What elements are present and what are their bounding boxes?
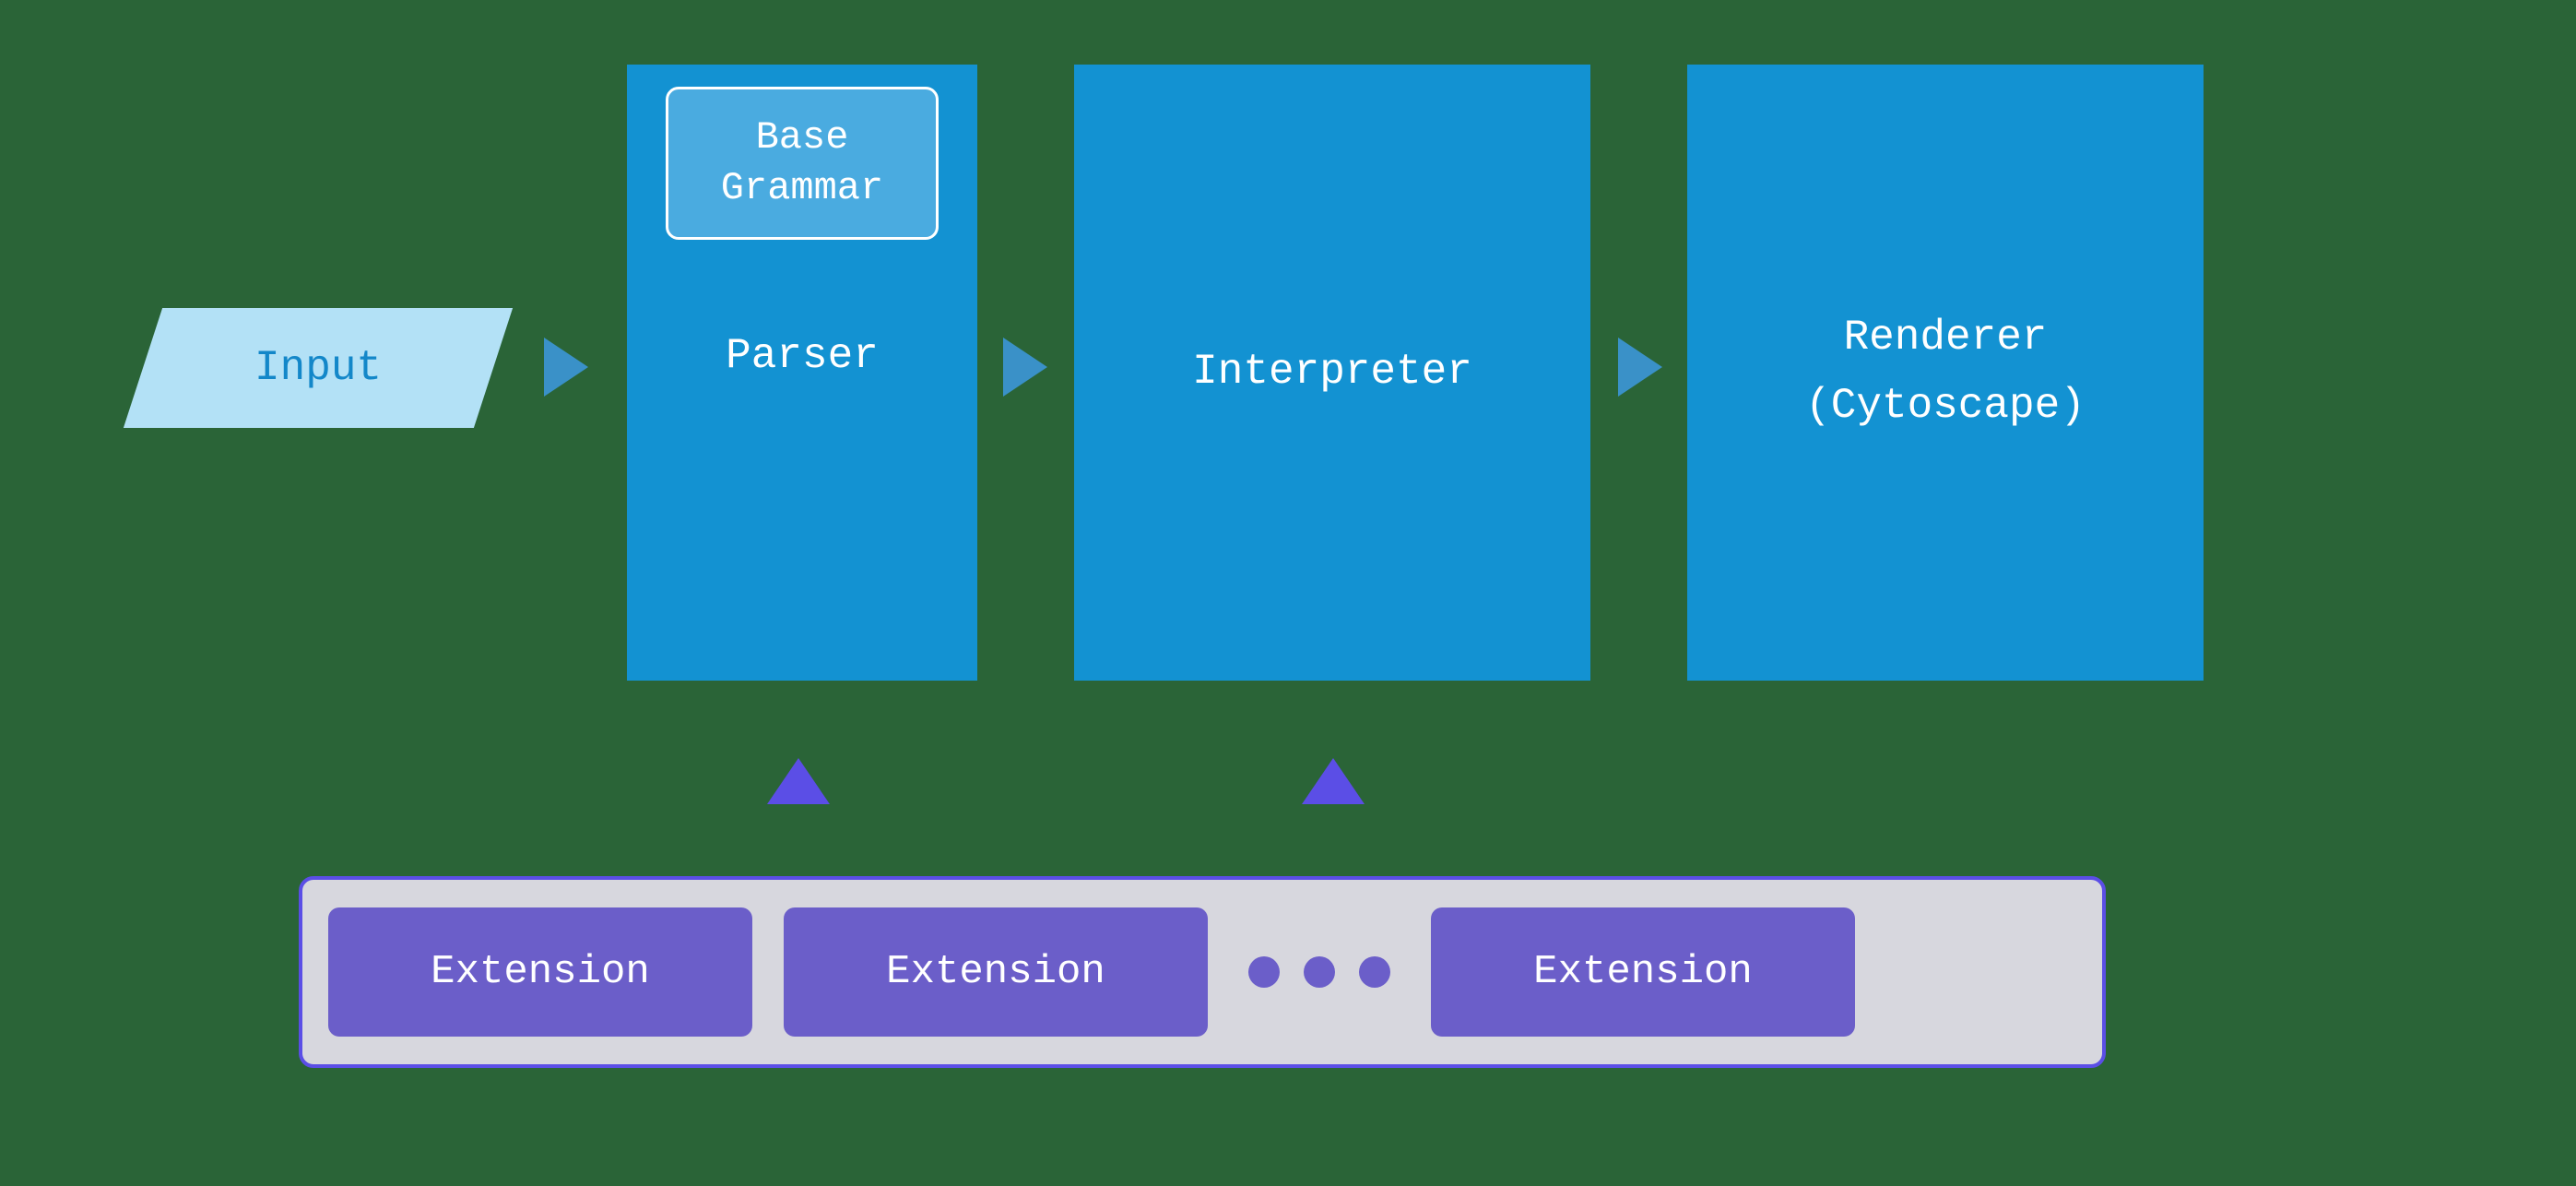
interpreter-label: Interpreter <box>1192 338 1472 407</box>
base-grammar-line2: Grammar <box>721 166 883 210</box>
arrow-right-icon <box>544 338 588 397</box>
arrow-right-icon <box>1618 338 1662 397</box>
extension-label: Extension <box>886 949 1105 995</box>
renderer-line1: Renderer <box>1844 314 2048 362</box>
interpreter-node: Interpreter <box>1074 65 1590 681</box>
dot-icon <box>1359 956 1390 988</box>
extension-label: Extension <box>431 949 650 995</box>
base-grammar-subnode: Base Grammar <box>666 87 939 240</box>
ellipsis-icon <box>1248 956 1390 988</box>
renderer-node: Renderer (Cytoscape) <box>1687 65 2204 681</box>
arrow-up-icon <box>1302 758 1365 804</box>
architecture-diagram: Input Base Grammar Parser Interpreter Re… <box>0 0 2576 1186</box>
parser-node: Base Grammar Parser <box>627 65 977 681</box>
extension-node: Extension <box>784 907 1208 1037</box>
arrow-right-icon <box>1003 338 1047 397</box>
input-label: Input <box>254 344 382 392</box>
renderer-line2: (Cytoscape) <box>1805 382 2086 430</box>
parser-label: Parser <box>726 332 879 380</box>
extensions-container: Extension Extension Extension <box>299 876 2106 1068</box>
dot-icon <box>1304 956 1335 988</box>
extension-label: Extension <box>1533 949 1753 995</box>
base-grammar-line1: Base <box>756 115 849 160</box>
arrow-up-icon <box>767 758 830 804</box>
extension-node: Extension <box>328 907 752 1037</box>
input-node: Input <box>124 308 513 428</box>
dot-icon <box>1248 956 1280 988</box>
extension-node: Extension <box>1431 907 1855 1037</box>
